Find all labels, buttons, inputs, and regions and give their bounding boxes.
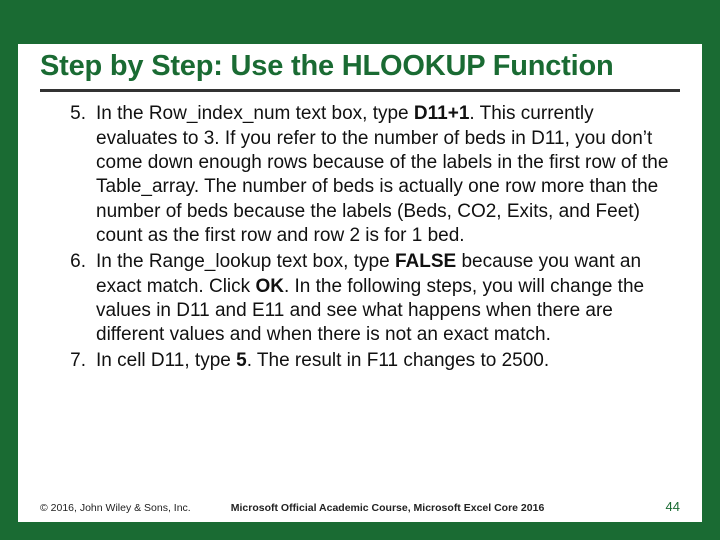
step-6-bold-false: FALSE — [395, 251, 456, 272]
slide-footer: © 2016, John Wiley & Sons, Inc. Microsof… — [40, 499, 680, 514]
footer-copyright: © 2016, John Wiley & Sons, Inc. — [40, 502, 191, 514]
step-7-text-c: . The result in F11 changes to 2500. — [247, 350, 549, 371]
step-5-bold: D11+1 — [414, 103, 469, 124]
step-5-text-a: In the Row_index_num text box, type — [96, 103, 414, 124]
step-5-text-c: . This currently evaluates to 3. If you … — [96, 103, 668, 246]
step-6-text-a: In the Range_lookup text box, type — [96, 251, 395, 272]
slide-body: Step by Step: Use the HLOOKUP Function I… — [18, 44, 702, 374]
page-number: 44 — [666, 499, 680, 514]
slide-title: Step by Step: Use the HLOOKUP Function — [40, 50, 680, 83]
step-5: In the Row_index_num text box, type D11+… — [86, 102, 680, 248]
footer-course: Microsoft Official Academic Course, Micr… — [231, 502, 545, 514]
slide-frame: Step by Step: Use the HLOOKUP Function I… — [0, 0, 720, 540]
step-7-text-a: In cell D11, type — [96, 350, 236, 371]
title-rule — [40, 89, 680, 92]
step-7-bold: 5 — [236, 350, 247, 371]
step-list: In the Row_index_num text box, type D11+… — [40, 102, 680, 373]
step-6-bold-ok: OK — [255, 276, 284, 297]
step-7: In cell D11, type 5. The result in F11 c… — [86, 349, 680, 373]
step-6: In the Range_lookup text box, type FALSE… — [86, 250, 680, 347]
